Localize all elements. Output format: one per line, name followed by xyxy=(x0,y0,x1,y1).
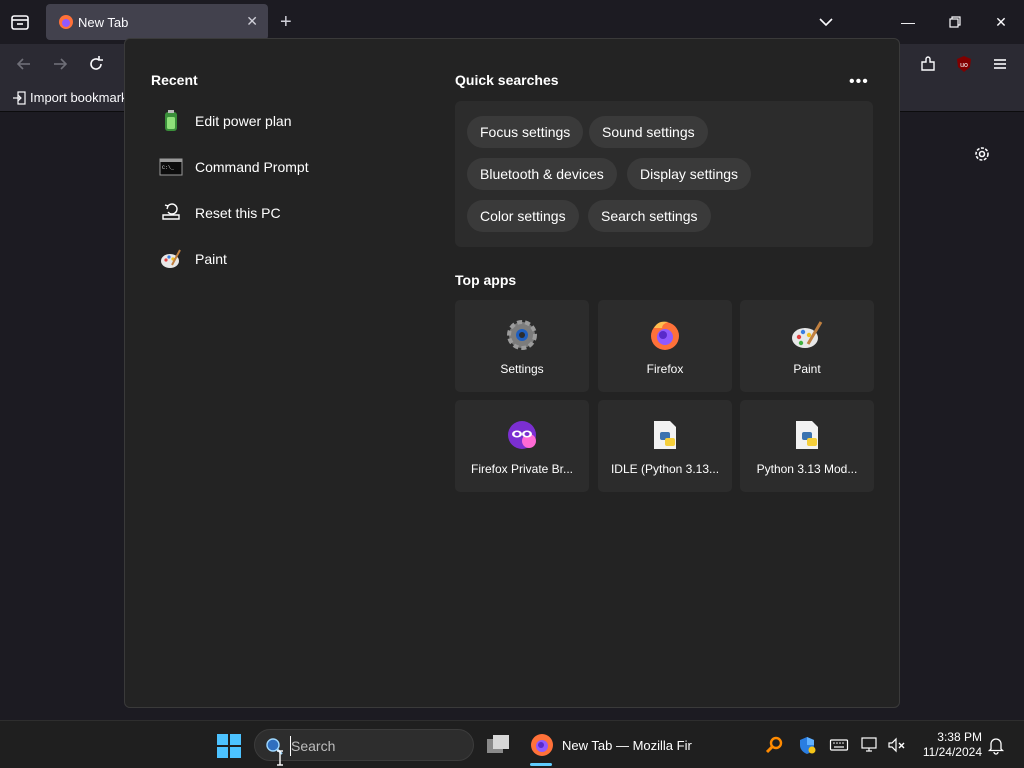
top-app-label: Firefox Private Br... xyxy=(470,462,574,476)
taskbar-search-box[interactable]: Search xyxy=(254,729,474,761)
firefox-taskbar-icon[interactable] xyxy=(528,729,556,761)
taskbar-clock[interactable]: 3:38 PM 11/24/2024 xyxy=(918,730,982,760)
new-tab-button[interactable]: + xyxy=(280,10,292,34)
svg-text:uo: uo xyxy=(960,62,968,69)
top-app-firefox[interactable]: Firefox xyxy=(598,300,732,392)
top-app-label: IDLE (Python 3.13... xyxy=(610,462,720,476)
quick-searches-panel: Focus settings Sound settings Bluetooth … xyxy=(455,101,873,247)
recent-item-reset-this-pc[interactable]: Reset this PC xyxy=(159,198,281,228)
back-icon[interactable] xyxy=(14,54,34,74)
recent-item-label: Paint xyxy=(195,251,227,267)
extensions-icon[interactable] xyxy=(918,54,938,74)
python-module-icon xyxy=(796,421,818,449)
chevron-down-icon[interactable] xyxy=(816,12,836,32)
ublock-icon[interactable]: uo xyxy=(954,54,974,74)
paint-icon xyxy=(161,249,181,268)
minimize-icon[interactable]: — xyxy=(898,12,918,32)
top-app-settings[interactable]: Settings xyxy=(455,300,589,392)
settings-icon xyxy=(507,320,537,350)
tab-list-icon[interactable] xyxy=(8,10,32,34)
volume-muted-icon[interactable] xyxy=(886,735,906,755)
recent-item-label: Reset this PC xyxy=(195,205,281,221)
recent-heading: Recent xyxy=(151,72,198,88)
firefox-icon xyxy=(59,15,73,29)
search-flyout: Recent Edit power plan C:\_ Command Prom… xyxy=(124,38,900,708)
active-app-indicator xyxy=(530,763,552,766)
top-app-label: Firefox xyxy=(646,362,684,376)
svg-text:C:\_: C:\_ xyxy=(162,165,175,171)
more-options-icon[interactable]: ••• xyxy=(849,73,869,91)
top-apps-heading: Top apps xyxy=(455,272,517,288)
top-app-idle[interactable]: IDLE (Python 3.13... xyxy=(598,400,732,492)
top-app-python-module[interactable]: Python 3.13 Mod... xyxy=(740,400,874,492)
quick-search-bluetooth-devices[interactable]: Bluetooth & devices xyxy=(467,158,617,190)
forward-icon[interactable] xyxy=(50,54,70,74)
recent-item-label: Edit power plan xyxy=(195,113,292,129)
close-tab-icon[interactable]: ✕ xyxy=(246,13,258,30)
firefox-window-title[interactable]: New Tab — Mozilla Fire xyxy=(562,738,692,753)
quick-searches-heading: Quick searches xyxy=(455,72,559,88)
recent-item-edit-power-plan[interactable]: Edit power plan xyxy=(159,106,292,136)
recent-item-label: Command Prompt xyxy=(195,159,309,175)
top-app-label: Settings xyxy=(500,362,544,376)
import-bookmarks-label: Import bookmark xyxy=(30,90,128,105)
top-app-paint[interactable]: Paint xyxy=(740,300,874,392)
security-shield-icon[interactable] xyxy=(797,735,817,755)
reset-pc-icon xyxy=(162,203,180,220)
top-app-label: Python 3.13 Mod... xyxy=(756,462,858,476)
clock-date: 11/24/2024 xyxy=(922,745,982,759)
network-icon[interactable] xyxy=(860,735,880,755)
quick-search-search-settings[interactable]: Search settings xyxy=(588,200,711,232)
paint-icon xyxy=(792,321,823,348)
command-prompt-icon: C:\_ xyxy=(159,158,183,176)
menu-icon[interactable] xyxy=(990,54,1010,74)
reload-icon[interactable] xyxy=(86,54,106,74)
recent-item-command-prompt[interactable]: C:\_ Command Prompt xyxy=(159,152,309,182)
python-idle-icon xyxy=(654,421,676,449)
mouse-cursor-icon xyxy=(277,750,283,766)
clock-time: 3:38 PM xyxy=(937,730,982,744)
restore-icon[interactable] xyxy=(945,12,965,32)
taskbar: Search New Tab — Mozilla Fire 3:38 PM 11… xyxy=(0,720,1024,768)
import-bookmarks-link[interactable]: Import bookmark xyxy=(12,90,128,105)
tab-title: New Tab xyxy=(78,15,129,30)
quick-search-focus-settings[interactable]: Focus settings xyxy=(467,116,584,148)
firefox-icon xyxy=(651,321,679,350)
quick-search-sound-settings[interactable]: Sound settings xyxy=(589,116,708,148)
search-input[interactable]: Search xyxy=(291,738,335,754)
close-window-icon[interactable]: ✕ xyxy=(991,12,1011,32)
import-icon xyxy=(13,90,26,105)
firefox-private-icon xyxy=(508,421,536,449)
task-view-icon[interactable] xyxy=(484,729,512,761)
keyboard-icon[interactable] xyxy=(829,735,849,755)
top-app-firefox-private[interactable]: Firefox Private Br... xyxy=(455,400,589,492)
top-app-label: Paint xyxy=(793,362,821,376)
power-plan-icon xyxy=(165,110,177,131)
browser-tab[interactable]: New Tab ✕ xyxy=(46,4,268,40)
recent-item-paint[interactable]: Paint xyxy=(159,244,227,274)
gear-icon[interactable] xyxy=(972,144,992,164)
search-app-icon[interactable] xyxy=(764,735,784,755)
notification-bell-icon[interactable] xyxy=(986,735,1006,755)
quick-search-display-settings[interactable]: Display settings xyxy=(627,158,752,190)
windows-start-icon[interactable] xyxy=(216,733,242,759)
quick-search-color-settings[interactable]: Color settings xyxy=(467,200,579,232)
